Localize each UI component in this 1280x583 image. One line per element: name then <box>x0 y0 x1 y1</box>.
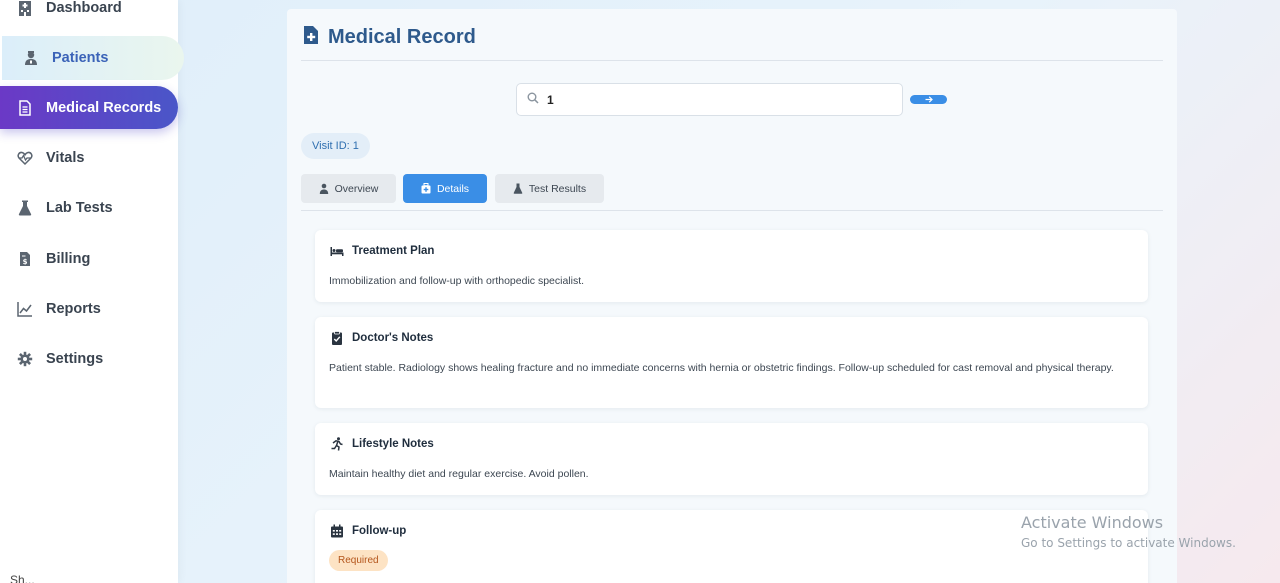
sidebar: Dashboard Patients Medical Records Vital… <box>0 0 184 583</box>
file-lines-icon <box>16 99 34 117</box>
heart-pulse-icon <box>16 149 34 167</box>
flask-icon <box>513 183 523 194</box>
search-box[interactable] <box>516 83 903 116</box>
clipboard-check-icon <box>329 331 345 345</box>
sidebar-item-dashboard[interactable]: Dashboard <box>0 0 178 29</box>
chart-line-icon <box>16 300 34 318</box>
file-invoice-dollar-icon: $ <box>16 250 34 268</box>
flask-icon <box>16 199 34 217</box>
tab-label: Test Results <box>528 182 587 195</box>
search-submit-button[interactable] <box>910 95 947 104</box>
search-icon <box>527 91 539 109</box>
tabs-divider <box>301 210 1163 211</box>
sidebar-item-reports[interactable]: Reports <box>0 288 178 330</box>
sidebar-item-billing[interactable]: $ Billing <box>0 238 178 280</box>
card-body: Maintain healthy diet and regular exerci… <box>329 468 589 480</box>
sidebar-item-lab-tests[interactable]: Lab Tests <box>0 187 178 229</box>
main-panel: Medical Record Visit ID: 1 Overview Deta… <box>287 9 1177 583</box>
card-header: Doctor's Notes <box>329 331 433 345</box>
sidebar-item-settings[interactable]: Settings <box>0 338 178 380</box>
page-title: Medical Record <box>328 26 476 48</box>
tab-details[interactable]: Details <box>403 174 487 203</box>
person-running-icon <box>329 437 345 451</box>
lifestyle-notes-card: Lifestyle Notes Maintain healthy diet an… <box>315 423 1148 495</box>
gear-icon <box>16 350 34 368</box>
svg-text:$: $ <box>23 258 28 266</box>
arrow-right-icon <box>925 96 933 103</box>
sidebar-item-patients[interactable]: Patients <box>2 36 184 80</box>
sidebar-item-medical-records[interactable]: Medical Records <box>0 86 178 129</box>
briefcase-medical-icon <box>421 183 431 194</box>
status-badge: Required <box>329 550 388 571</box>
sidebar-item-label: Patients <box>52 50 109 66</box>
card-title: Treatment Plan <box>352 245 435 257</box>
bed-icon <box>329 244 345 258</box>
sidebar-item-label: Medical Records <box>46 99 162 116</box>
card-title: Doctor's Notes <box>352 332 434 344</box>
header-divider <box>301 60 1163 61</box>
calendar-icon <box>329 524 345 538</box>
tab-overview[interactable]: Overview <box>301 174 396 203</box>
visit-id-badge: Visit ID: 1 <box>301 133 370 159</box>
tab-label: Overview <box>334 182 379 195</box>
sidebar-item-label: Settings <box>46 351 104 367</box>
card-body: Patient stable. Radiology shows healing … <box>329 362 1114 374</box>
sidebar-item-label: Lab Tests <box>46 200 113 216</box>
page-header: Medical Record <box>303 25 476 50</box>
sidebar-item-label: Reports <box>46 301 101 317</box>
treatment-plan-card: Treatment Plan Immobilization and follow… <box>315 230 1148 302</box>
doctors-notes-card: Doctor's Notes Patient stable. Radiology… <box>315 317 1148 408</box>
watermark-subtitle: Go to Settings to activate Windows. <box>1021 536 1236 550</box>
card-header: Treatment Plan <box>329 244 434 258</box>
user-doctor-icon <box>319 183 329 194</box>
tab-test-results[interactable]: Test Results <box>495 174 604 203</box>
file-medical-icon <box>303 25 319 50</box>
sidebar-bottom-text: Sh... <box>10 573 35 583</box>
search-input[interactable] <box>547 92 877 107</box>
card-body: Immobilization and follow-up with orthop… <box>329 275 585 287</box>
sidebar-item-label: Billing <box>46 251 91 267</box>
tab-label: Details <box>436 182 470 195</box>
card-title: Lifestyle Notes <box>352 438 434 450</box>
sidebar-item-label: Vitals <box>46 150 85 166</box>
card-header: Lifestyle Notes <box>329 437 434 451</box>
watermark-title: Activate Windows <box>1021 513 1164 532</box>
hospital-icon <box>16 0 34 17</box>
card-header: Follow-up <box>329 524 406 538</box>
activate-windows-watermark: Activate Windows Go to Settings to activ… <box>1021 513 1236 550</box>
sidebar-item-vitals[interactable]: Vitals <box>0 137 178 179</box>
user-nurse-icon <box>22 49 40 67</box>
sidebar-item-label: Dashboard <box>46 0 122 16</box>
card-title: Follow-up <box>352 525 407 537</box>
